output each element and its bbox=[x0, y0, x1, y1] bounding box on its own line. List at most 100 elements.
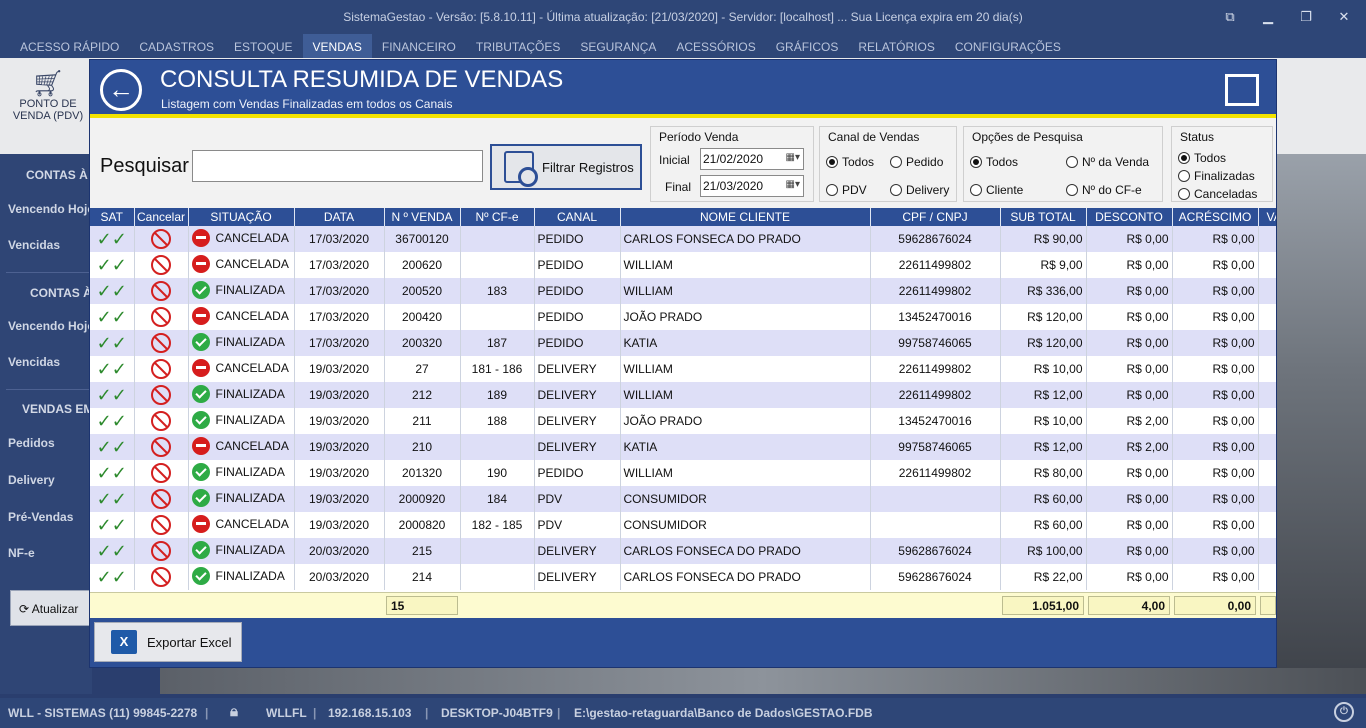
end-date-field[interactable]: 21/03/2020 ▦▾ bbox=[700, 175, 804, 197]
double-check-icon[interactable]: ✓✓ bbox=[97, 463, 127, 483]
pdv-button[interactable]: 🛒︎ PONTO DE VENDA (PDV) bbox=[8, 68, 88, 122]
ban-icon[interactable] bbox=[151, 281, 171, 301]
sat-cell[interactable]: ✓✓ bbox=[90, 408, 135, 434]
table-row[interactable]: ✓✓ FINALIZADA 19/03/2020 212 189 DELIVERY WILL… bbox=[90, 382, 1276, 408]
sat-cell[interactable]: ✓✓ bbox=[90, 304, 135, 330]
col-venda[interactable]: N º VENDA bbox=[384, 208, 461, 226]
ban-icon[interactable] bbox=[151, 567, 171, 587]
col-canal[interactable]: CANAL bbox=[534, 208, 621, 226]
cancel-cell[interactable] bbox=[134, 252, 189, 278]
double-check-icon[interactable]: ✓✓ bbox=[97, 307, 127, 327]
double-check-icon[interactable]: ✓✓ bbox=[97, 281, 127, 301]
sat-cell[interactable]: ✓✓ bbox=[90, 252, 135, 278]
cancel-cell[interactable] bbox=[134, 434, 189, 460]
double-check-icon[interactable]: ✓✓ bbox=[97, 333, 127, 353]
power-icon[interactable]: ⏻ bbox=[1334, 702, 1354, 722]
start-date-field[interactable]: 21/02/2020 ▦▾ bbox=[700, 148, 804, 170]
cancel-cell[interactable] bbox=[134, 486, 189, 512]
radio-channel-pedido[interactable]: Pedido bbox=[890, 155, 943, 169]
cancel-cell[interactable] bbox=[134, 538, 189, 564]
sidebar-item-vencendo-hoje-1[interactable]: Vencendo Hoje bbox=[8, 202, 94, 216]
table-row[interactable]: ✓✓ CANCELADA 17/03/2020 200420 PEDIDO JOÃO PR… bbox=[90, 304, 1276, 330]
sat-cell[interactable]: ✓✓ bbox=[90, 564, 135, 590]
col-cpf[interactable]: CPF / CNPJ bbox=[870, 208, 1001, 226]
ban-icon[interactable] bbox=[151, 255, 171, 275]
sidebar-item-vencidas-2[interactable]: Vencidas bbox=[8, 355, 60, 369]
col-sat[interactable]: SAT bbox=[90, 208, 135, 226]
cancel-cell[interactable] bbox=[134, 226, 189, 252]
col-cancelar[interactable]: Cancelar bbox=[134, 208, 189, 226]
sidebar-item-delivery[interactable]: Delivery bbox=[8, 473, 55, 487]
cancel-cell[interactable] bbox=[134, 356, 189, 382]
table-row[interactable]: ✓✓ CANCELADA 19/03/2020 210 DELIVERY KATIA 997… bbox=[90, 434, 1276, 460]
ban-icon[interactable] bbox=[151, 359, 171, 379]
menu-tributacoes[interactable]: TRIBUTAÇÕES bbox=[466, 34, 570, 58]
sat-cell[interactable]: ✓✓ bbox=[90, 278, 135, 304]
refresh-button[interactable]: ⟳ Atualizar bbox=[10, 590, 92, 626]
col-valor[interactable]: VA bbox=[1258, 208, 1276, 226]
radio-option-cliente[interactable]: Cliente bbox=[970, 183, 1023, 197]
minimize-icon[interactable]: ▁ bbox=[1258, 8, 1278, 26]
table-row[interactable]: ✓✓ CANCELADA 17/03/2020 36700120 PEDIDO CARLO… bbox=[90, 226, 1276, 252]
cancel-cell[interactable] bbox=[134, 382, 189, 408]
table-row[interactable]: ✓✓ FINALIZADA 19/03/2020 201320 190 PEDIDO WIL… bbox=[90, 460, 1276, 486]
table-row[interactable]: ✓✓ FINALIZADA 19/03/2020 211 188 DELIVERY JOÃO… bbox=[90, 408, 1276, 434]
menu-cadastros[interactable]: CADASTROS bbox=[129, 34, 224, 58]
col-cfe[interactable]: Nº CF-e bbox=[460, 208, 535, 226]
ban-icon[interactable] bbox=[151, 515, 171, 535]
search-input[interactable] bbox=[192, 150, 483, 182]
table-row[interactable]: ✓✓ CANCELADA 17/03/2020 200620 PEDIDO WILLIAM… bbox=[90, 252, 1276, 278]
double-check-icon[interactable]: ✓✓ bbox=[97, 255, 127, 275]
double-check-icon[interactable]: ✓✓ bbox=[97, 515, 127, 535]
maximize-dialog-icon[interactable] bbox=[1225, 74, 1259, 106]
table-row[interactable]: ✓✓ FINALIZADA 17/03/2020 200520 183 PEDIDO WIL… bbox=[90, 278, 1276, 304]
menu-graficos[interactable]: GRÁFICOS bbox=[766, 34, 849, 58]
cancel-cell[interactable] bbox=[134, 460, 189, 486]
radio-channel-delivery[interactable]: Delivery bbox=[890, 183, 949, 197]
table-row[interactable]: ✓✓ CANCELADA 19/03/2020 27 181 - 186 DELIVERY… bbox=[90, 356, 1276, 382]
menu-configuracoes[interactable]: CONFIGURAÇÕES bbox=[945, 34, 1071, 58]
double-check-icon[interactable]: ✓✓ bbox=[97, 567, 127, 587]
double-check-icon[interactable]: ✓✓ bbox=[97, 411, 127, 431]
sat-cell[interactable]: ✓✓ bbox=[90, 382, 135, 408]
menu-estoque[interactable]: ESTOQUE bbox=[224, 34, 302, 58]
menu-acesso-rapido[interactable]: ACESSO RÁPIDO bbox=[10, 34, 129, 58]
col-cliente[interactable]: NOME CLIENTE bbox=[620, 208, 871, 226]
menu-acessorios[interactable]: ACESSÓRIOS bbox=[666, 34, 765, 58]
sat-cell[interactable]: ✓✓ bbox=[90, 512, 135, 538]
table-row[interactable]: ✓✓ FINALIZADA 20/03/2020 215 DELIVERY CARLOS … bbox=[90, 538, 1276, 564]
ban-icon[interactable] bbox=[151, 229, 171, 249]
double-check-icon[interactable]: ✓✓ bbox=[97, 385, 127, 405]
sidebar-item-nfe[interactable]: NF-e bbox=[8, 546, 35, 560]
cancel-cell[interactable] bbox=[134, 564, 189, 590]
back-arrow-icon[interactable]: ← bbox=[100, 69, 142, 111]
ban-icon[interactable] bbox=[151, 489, 171, 509]
sat-cell[interactable]: ✓✓ bbox=[90, 434, 135, 460]
radio-option-todos[interactable]: Todos bbox=[970, 155, 1018, 169]
sales-grid[interactable]: SAT Cancelar SITUAÇÃO DATA N º VENDA Nº … bbox=[90, 208, 1276, 592]
col-acrescimo[interactable]: ACRÉSCIMO bbox=[1172, 208, 1259, 226]
sidebar-item-vencidas-1[interactable]: Vencidas bbox=[8, 238, 60, 252]
ban-icon[interactable] bbox=[151, 437, 171, 457]
ban-icon[interactable] bbox=[151, 333, 171, 353]
maximize-icon[interactable]: ❐ bbox=[1296, 8, 1316, 26]
cancel-cell[interactable] bbox=[134, 304, 189, 330]
col-situacao[interactable]: SITUAÇÃO bbox=[188, 208, 295, 226]
sat-cell[interactable]: ✓✓ bbox=[90, 330, 135, 356]
sat-cell[interactable]: ✓✓ bbox=[90, 226, 135, 252]
col-data[interactable]: DATA bbox=[294, 208, 385, 226]
menu-financeiro[interactable]: FINANCEIRO bbox=[372, 34, 466, 58]
cancel-cell[interactable] bbox=[134, 278, 189, 304]
sidebar-item-vencendo-hoje-2[interactable]: Vencendo Hoje bbox=[8, 319, 94, 333]
cancel-cell[interactable] bbox=[134, 330, 189, 356]
ban-icon[interactable] bbox=[151, 385, 171, 405]
radio-option-cfe[interactable]: Nº do CF-e bbox=[1066, 183, 1142, 197]
calendar-dropdown-icon[interactable]: ▦▾ bbox=[786, 179, 800, 190]
sat-cell[interactable]: ✓✓ bbox=[90, 460, 135, 486]
calendar-dropdown-icon[interactable]: ▦▾ bbox=[786, 152, 800, 163]
table-row[interactable]: ✓✓ FINALIZADA 19/03/2020 2000920 184 PDV CONSU… bbox=[90, 486, 1276, 512]
ban-icon[interactable] bbox=[151, 463, 171, 483]
radio-option-venda[interactable]: Nº da Venda bbox=[1066, 155, 1149, 169]
menu-seguranca[interactable]: SEGURANÇA bbox=[570, 34, 666, 58]
radio-status-canceladas[interactable]: Canceladas bbox=[1178, 187, 1257, 201]
